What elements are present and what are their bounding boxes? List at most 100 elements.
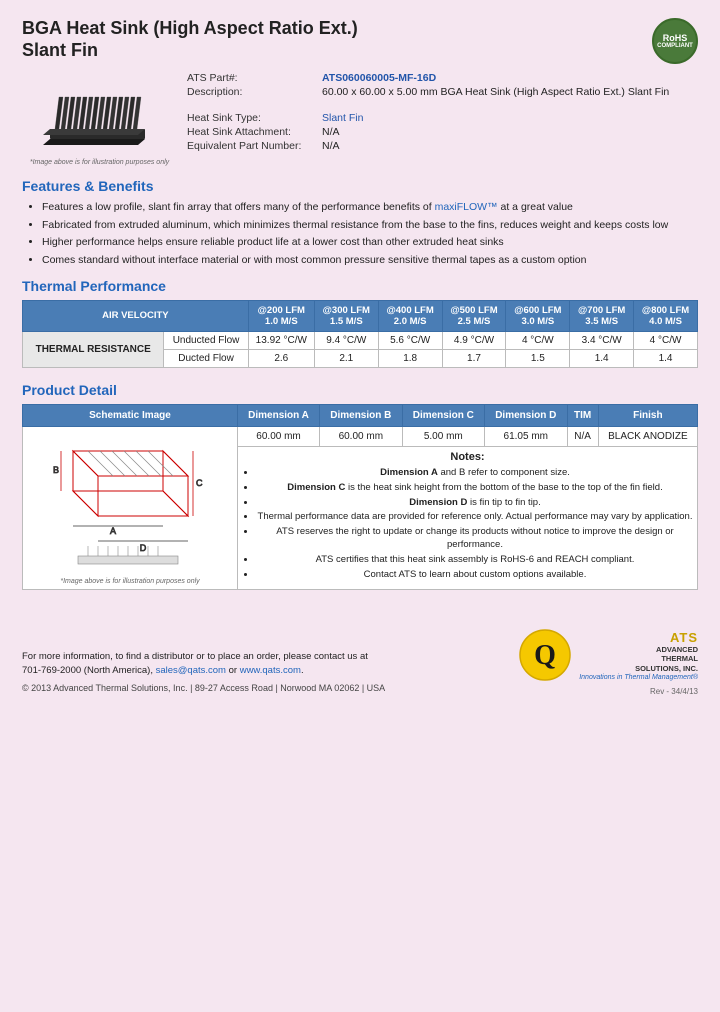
attachment-value: N/A bbox=[322, 126, 340, 138]
footer-copyright: © 2013 Advanced Thermal Solutions, Inc. … bbox=[22, 682, 385, 696]
notes-list: Dimension A and B refer to component siz… bbox=[241, 467, 694, 582]
equiv-part-label: Equivalent Part Number: bbox=[187, 140, 322, 152]
dim-a-value: 60.00 mm bbox=[238, 426, 320, 446]
svg-text:A: A bbox=[109, 526, 115, 536]
equiv-part-row: Equivalent Part Number: N/A bbox=[187, 140, 698, 152]
note-item: Contact ATS to learn about custom option… bbox=[256, 569, 694, 582]
page-title-line2: Slant Fin bbox=[22, 40, 358, 62]
features-list: Features a low profile, slant fin array … bbox=[22, 200, 698, 268]
unducted-val-3: 4.9 °C/W bbox=[442, 331, 506, 349]
attachment-label: Heat Sink Attachment: bbox=[187, 126, 322, 138]
thermal-table: AIR VELOCITY @200 LFM1.0 M/S @300 LFM1.5… bbox=[22, 300, 698, 368]
thermal-resistance-label: THERMAL RESISTANCE bbox=[23, 331, 164, 367]
pd-header-dimension-c: Dimension C bbox=[402, 404, 484, 426]
feature-item: Fabricated from extruded aluminum, which… bbox=[42, 218, 698, 233]
footer-email[interactable]: sales@qats.com bbox=[156, 665, 226, 676]
schematic-cell: A B C D bbox=[23, 426, 238, 589]
ducted-val-4: 1.5 bbox=[506, 349, 570, 367]
tim-value: N/A bbox=[567, 426, 598, 446]
finish-value: BLACK ANODIZE bbox=[598, 426, 697, 446]
col-400lfm: @400 LFM2.0 M/S bbox=[378, 300, 442, 331]
col-200lfm: @200 LFM1.0 M/S bbox=[248, 300, 314, 331]
ats-tagline: Innovations in Thermal Management® bbox=[579, 674, 698, 681]
ats-acronym: ATS bbox=[579, 630, 698, 645]
part-number-row: ATS Part#: ATS060060005-MF-16D bbox=[187, 72, 698, 84]
pd-header-dimension-d: Dimension D bbox=[485, 404, 567, 426]
ducted-val-1: 2.1 bbox=[314, 349, 378, 367]
schematic-caption: *Image above is for illustration purpose… bbox=[26, 578, 234, 585]
description-value: 60.00 x 60.00 x 5.00 mm BGA Heat Sink (H… bbox=[322, 86, 669, 98]
page-header: BGA Heat Sink (High Aspect Ratio Ext.) S… bbox=[22, 18, 698, 64]
product-image-block: *Image above is for illustration purpose… bbox=[22, 72, 177, 166]
svg-text:Q: Q bbox=[534, 640, 556, 671]
heat-sink-type-value: Slant Fin bbox=[322, 112, 363, 124]
col-700lfm: @700 LFM3.5 M/S bbox=[570, 300, 634, 331]
rohs-badge: RoHS COMPLIANT bbox=[652, 18, 698, 64]
svg-text:C: C bbox=[196, 478, 203, 488]
note-item: ATS reserves the right to update or chan… bbox=[256, 526, 694, 552]
footer-website[interactable]: www.qats.com bbox=[240, 665, 301, 676]
feature-item: Comes standard without interface materia… bbox=[42, 253, 698, 268]
heatsink-image bbox=[35, 77, 165, 157]
ats-full-name: ADVANCED THERMAL SOLUTIONS, INC. bbox=[579, 645, 698, 674]
part-number-value: ATS060060005-MF-16D bbox=[322, 72, 436, 84]
description-row: Description: 60.00 x 60.00 x 5.00 mm BGA… bbox=[187, 86, 698, 98]
product-details: ATS Part#: ATS060060005-MF-16D Descripti… bbox=[177, 72, 698, 166]
rev-note: Rev - 34/4/13 bbox=[518, 687, 698, 696]
unducted-val-6: 4 °C/W bbox=[634, 331, 698, 349]
ducted-flow-label: Ducted Flow bbox=[164, 349, 248, 367]
heat-sink-type-row: Heat Sink Type: Slant Fin bbox=[187, 112, 698, 124]
unducted-val-4: 4 °C/W bbox=[506, 331, 570, 349]
unducted-val-2: 5.6 °C/W bbox=[378, 331, 442, 349]
col-300lfm: @300 LFM1.5 M/S bbox=[314, 300, 378, 331]
pd-header-dimension-b: Dimension B bbox=[320, 404, 402, 426]
feature-item: Features a low profile, slant fin array … bbox=[42, 200, 698, 215]
pd-header-finish: Finish bbox=[598, 404, 697, 426]
note-item: ATS certifies that this heat sink assemb… bbox=[256, 554, 694, 567]
note-item: Dimension C is the heat sink height from… bbox=[256, 482, 694, 495]
note-item: Thermal performance data are provided fo… bbox=[256, 511, 694, 524]
dim-d-value: 61.05 mm bbox=[485, 426, 567, 446]
maxiflow-link[interactable]: maxiFLOW™ bbox=[435, 201, 498, 213]
ducted-val-0: 2.6 bbox=[248, 349, 314, 367]
svg-text:D: D bbox=[139, 543, 146, 553]
notes-cell: Notes: Dimension A and B refer to compon… bbox=[238, 446, 698, 589]
description-label: Description: bbox=[187, 86, 322, 98]
pd-header-schematic-image: Schematic Image bbox=[23, 404, 238, 426]
schematic-svg: A B C D bbox=[43, 431, 218, 571]
product-detail-title: Product Detail bbox=[22, 382, 698, 398]
unducted-val-1: 9.4 °C/W bbox=[314, 331, 378, 349]
ats-q-icon: Q bbox=[518, 628, 573, 683]
footer-contact: For more information, to find a distribu… bbox=[22, 650, 385, 696]
heat-sink-type-label: Heat Sink Type: bbox=[187, 112, 322, 124]
note-item: Dimension D is fin tip to fin tip. bbox=[256, 497, 694, 510]
product-info-row: *Image above is for illustration purpose… bbox=[22, 72, 698, 166]
rohs-label: RoHS bbox=[663, 33, 688, 43]
col-800lfm: @800 LFM4.0 M/S bbox=[634, 300, 698, 331]
air-velocity-header: AIR VELOCITY bbox=[23, 300, 249, 331]
part-label: ATS Part#: bbox=[187, 72, 322, 84]
col-500lfm: @500 LFM2.5 M/S bbox=[442, 300, 506, 331]
note-item: Dimension A and B refer to component siz… bbox=[256, 467, 694, 480]
product-image-caption: *Image above is for illustration purpose… bbox=[30, 159, 169, 166]
thermal-title: Thermal Performance bbox=[22, 278, 698, 294]
unducted-flow-label: Unducted Flow bbox=[164, 331, 248, 349]
title-block: BGA Heat Sink (High Aspect Ratio Ext.) S… bbox=[22, 18, 358, 61]
ducted-val-2: 1.8 bbox=[378, 349, 442, 367]
svg-text:B: B bbox=[53, 465, 59, 475]
pd-header-dimension-a: Dimension A bbox=[238, 404, 320, 426]
footer-contact-text: For more information, to find a distribu… bbox=[22, 650, 385, 679]
product-detail-table: Schematic ImageDimension ADimension BDim… bbox=[22, 404, 698, 590]
ducted-val-3: 1.7 bbox=[442, 349, 506, 367]
equiv-part-value: N/A bbox=[322, 140, 340, 152]
ducted-val-5: 1.4 bbox=[570, 349, 634, 367]
ats-logo: Q ATS ADVANCED THERMAL SOLUTIONS, INC. I… bbox=[518, 628, 698, 683]
attachment-row: Heat Sink Attachment: N/A bbox=[187, 126, 698, 138]
page-title-line1: BGA Heat Sink (High Aspect Ratio Ext.) bbox=[22, 18, 358, 40]
col-600lfm: @600 LFM3.0 M/S bbox=[506, 300, 570, 331]
footer-area: For more information, to find a distribu… bbox=[22, 620, 698, 696]
feature-item: Higher performance helps ensure reliable… bbox=[42, 235, 698, 250]
ats-text: ATS ADVANCED THERMAL SOLUTIONS, INC. Inn… bbox=[579, 630, 698, 681]
notes-title: Notes: bbox=[241, 451, 694, 463]
rohs-compliant: COMPLIANT bbox=[657, 43, 693, 49]
